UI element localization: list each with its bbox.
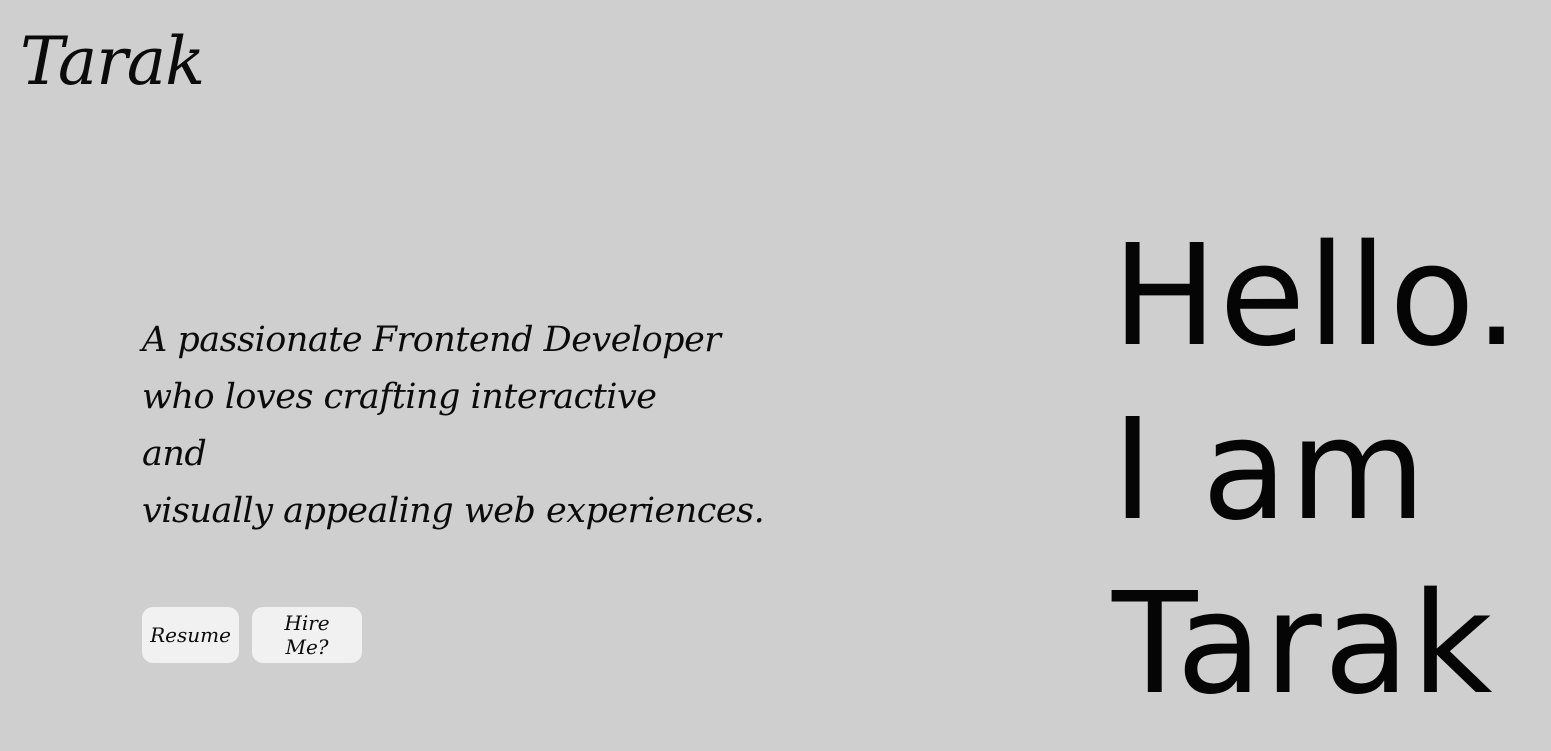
tagline-line-4: visually appealing web experiences. [142,491,765,531]
hero-line-hello: Hello. [1112,215,1521,378]
tagline-line-2: who loves crafting interactive [142,377,657,417]
site-logo[interactable]: Tarak [20,22,205,102]
resume-button[interactable]: Resume [142,607,239,663]
intro-section: A passionate Frontend Developer who love… [142,312,802,540]
hero-line-i-am: I am [1112,389,1428,552]
hire-me-button[interactable]: Hire Me? [252,607,362,663]
tagline-line-3: and [142,434,207,474]
hero-line-name: Tarak [1112,563,1495,726]
tagline-line-1: A passionate Frontend Developer [142,320,721,360]
action-buttons: Resume Hire Me? [142,607,362,663]
hero-greeting: Hello. I am Tarak [1112,210,1542,732]
